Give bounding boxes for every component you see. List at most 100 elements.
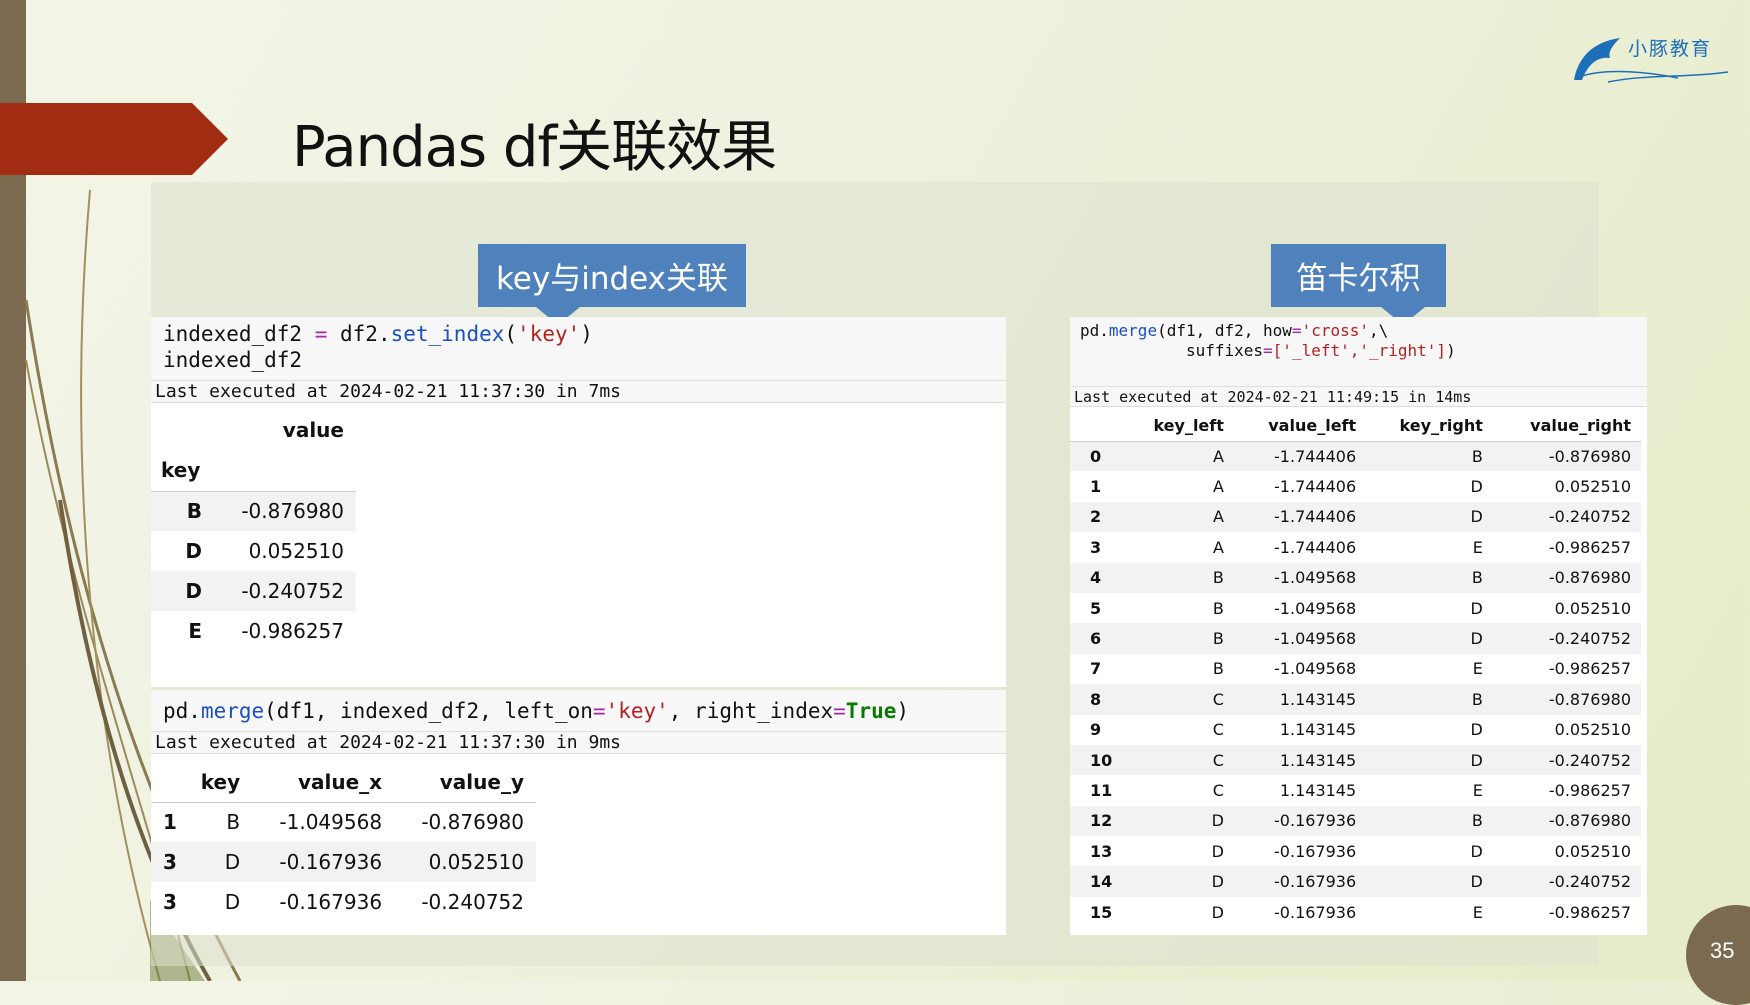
column-header	[151, 762, 181, 802]
cell-value: C	[1123, 684, 1234, 715]
row-index: 9	[1090, 720, 1102, 740]
cell-value: -0.167936	[1274, 902, 1357, 922]
cell-value: -0.876980	[210, 491, 356, 531]
cell-value: -1.744406	[1233, 501, 1367, 533]
cell-value: -1.049568	[1274, 598, 1357, 618]
cell-value: -1.744406	[1274, 537, 1357, 557]
cell-value: -0.986257	[1548, 780, 1631, 800]
table-row: 14 D -0.167936 D -0.240752	[1070, 866, 1641, 897]
cell-value: B	[226, 810, 241, 835]
cell-value: A	[1212, 537, 1224, 557]
table-row: D -0.240752	[151, 571, 356, 611]
row-index: 1	[1090, 477, 1102, 497]
dataframe-indexed-df2: value key B -0.876980 D 0.052510 D -0.240752 E…	[151, 409, 356, 651]
row-index: 3	[163, 890, 177, 914]
cell-value: -0.986257	[1548, 659, 1631, 679]
row-index: 12	[1070, 805, 1124, 837]
cell-value: D	[1470, 477, 1483, 497]
cell-value: 1.143145	[1233, 684, 1367, 715]
row-index: 4	[1070, 562, 1124, 593]
notebook-cell-merge-index: pd.merge(df1, indexed_df2, left_on='key'…	[151, 690, 1006, 935]
cell-value: E	[1472, 659, 1483, 679]
dataframe-cross-result: key_left value_left key_right value_right 0…	[1070, 411, 1641, 927]
cell-value: -0.240752	[210, 571, 356, 611]
table-row: 2 A -1.744406 D -0.240752	[1070, 501, 1641, 533]
cell-value: 0.052510	[1554, 841, 1631, 861]
callout-key-index: key与index关联	[478, 244, 746, 325]
brand-logo: 小豚教育	[1568, 28, 1738, 90]
row-index: D	[185, 539, 202, 563]
code-input-set-index[interactable]: indexed_df2 = df2.set_index('key') index…	[151, 317, 1006, 381]
cell-value: B	[1212, 659, 1224, 679]
cell-value: D	[1211, 841, 1224, 861]
table-row: D 0.052510	[151, 531, 356, 571]
code-input-merge-index[interactable]: pd.merge(df1, indexed_df2, left_on='key'…	[151, 690, 1006, 732]
notebook-cell-set-index: indexed_df2 = df2.set_index('key') index…	[151, 317, 1006, 687]
cell-value: -0.876980	[421, 810, 524, 835]
callout-right-label: 笛卡尔积	[1296, 261, 1421, 297]
cell-value: E	[1472, 537, 1483, 557]
code-input-cross-merge[interactable]: pd.merge(df1, df2, how='cross',\ suffixe…	[1070, 317, 1647, 387]
row-index: 15	[1090, 902, 1113, 922]
cell-value: B	[1366, 441, 1493, 472]
cell-value: D	[1123, 866, 1234, 897]
row-index: 5	[1090, 598, 1102, 618]
cell-value: -1.744406	[1233, 441, 1367, 472]
cell-value: -0.240752	[1492, 744, 1641, 776]
cell-value: D	[1366, 623, 1493, 654]
cell-value: B	[1123, 623, 1234, 654]
cell-value: D	[1123, 805, 1234, 837]
row-index: 6	[1070, 623, 1124, 654]
table-row: 11 C 1.143145 E -0.986257	[1070, 775, 1641, 805]
cell-value: B	[1366, 684, 1493, 715]
row-index: 13	[1090, 841, 1113, 861]
page-number: 35	[1710, 938, 1735, 963]
cell-value: D	[181, 842, 253, 882]
table-row: 10 C 1.143145 D -0.240752	[1070, 744, 1641, 776]
dataframe-merge-result: key value_x value_y 1 B -1.049568 -0.876980 3 D…	[151, 762, 536, 922]
slide-title: Pandas df关联效果	[292, 115, 777, 180]
table-row: 1 A -1.744406 D 0.052510	[1070, 471, 1641, 501]
column-header: key_left	[1153, 416, 1224, 436]
table-row: 9 C 1.143145 D 0.052510	[1070, 715, 1641, 745]
cell-value: -0.876980	[1492, 441, 1641, 472]
cell-value: -0.876980	[1492, 684, 1641, 715]
table-row: 12 D -0.167936 B -0.876980	[1070, 805, 1641, 837]
cell-value: D	[1470, 598, 1483, 618]
table-row: E -0.986257	[151, 611, 356, 651]
cell-value: D	[1211, 902, 1224, 922]
table-row: 15 D -0.167936 E -0.986257	[1070, 897, 1641, 927]
cell-value: -0.167936	[1274, 841, 1357, 861]
table-row: 3 A -1.744406 E -0.986257	[1070, 532, 1641, 562]
cell-value: 1.143145	[1279, 780, 1357, 800]
column-header: value_left	[1268, 416, 1357, 436]
logo-text: 小豚教育	[1628, 38, 1713, 60]
column-header: value_right	[1530, 416, 1631, 436]
cell-value: -0.167936	[1233, 866, 1367, 897]
cell-value: D	[1366, 501, 1493, 533]
cell-value: -1.049568	[1274, 659, 1357, 679]
cell-value: -0.240752	[421, 890, 524, 914]
column-header: value_y	[439, 769, 524, 794]
cell-value: -1.744406	[1274, 477, 1357, 497]
cell-value: C	[1123, 744, 1234, 776]
cell-value: -0.167936	[1233, 805, 1367, 837]
row-index: 3	[151, 842, 182, 882]
index-name-key: key	[161, 458, 201, 483]
title-arrow-shape	[0, 103, 228, 175]
cell-value: -0.986257	[241, 619, 344, 643]
row-index: 0	[1070, 441, 1124, 472]
cell-value: -1.049568	[1233, 623, 1367, 654]
cell-value: -0.167936	[252, 842, 395, 882]
cell-value: D	[224, 890, 241, 914]
table-row: 3 D -0.167936 -0.240752	[151, 882, 536, 922]
column-header-value: value	[282, 417, 344, 442]
cell-value: D	[1366, 866, 1493, 897]
cell-value: D	[1366, 744, 1493, 776]
cell-value: -0.240752	[1492, 501, 1641, 533]
table-row: 8 C 1.143145 B -0.876980	[1070, 684, 1641, 715]
cell-value: C	[1212, 780, 1224, 800]
cell-value: -1.049568	[1233, 562, 1367, 593]
cell-value: A	[1123, 441, 1234, 472]
table-row: B -0.876980	[151, 491, 356, 531]
